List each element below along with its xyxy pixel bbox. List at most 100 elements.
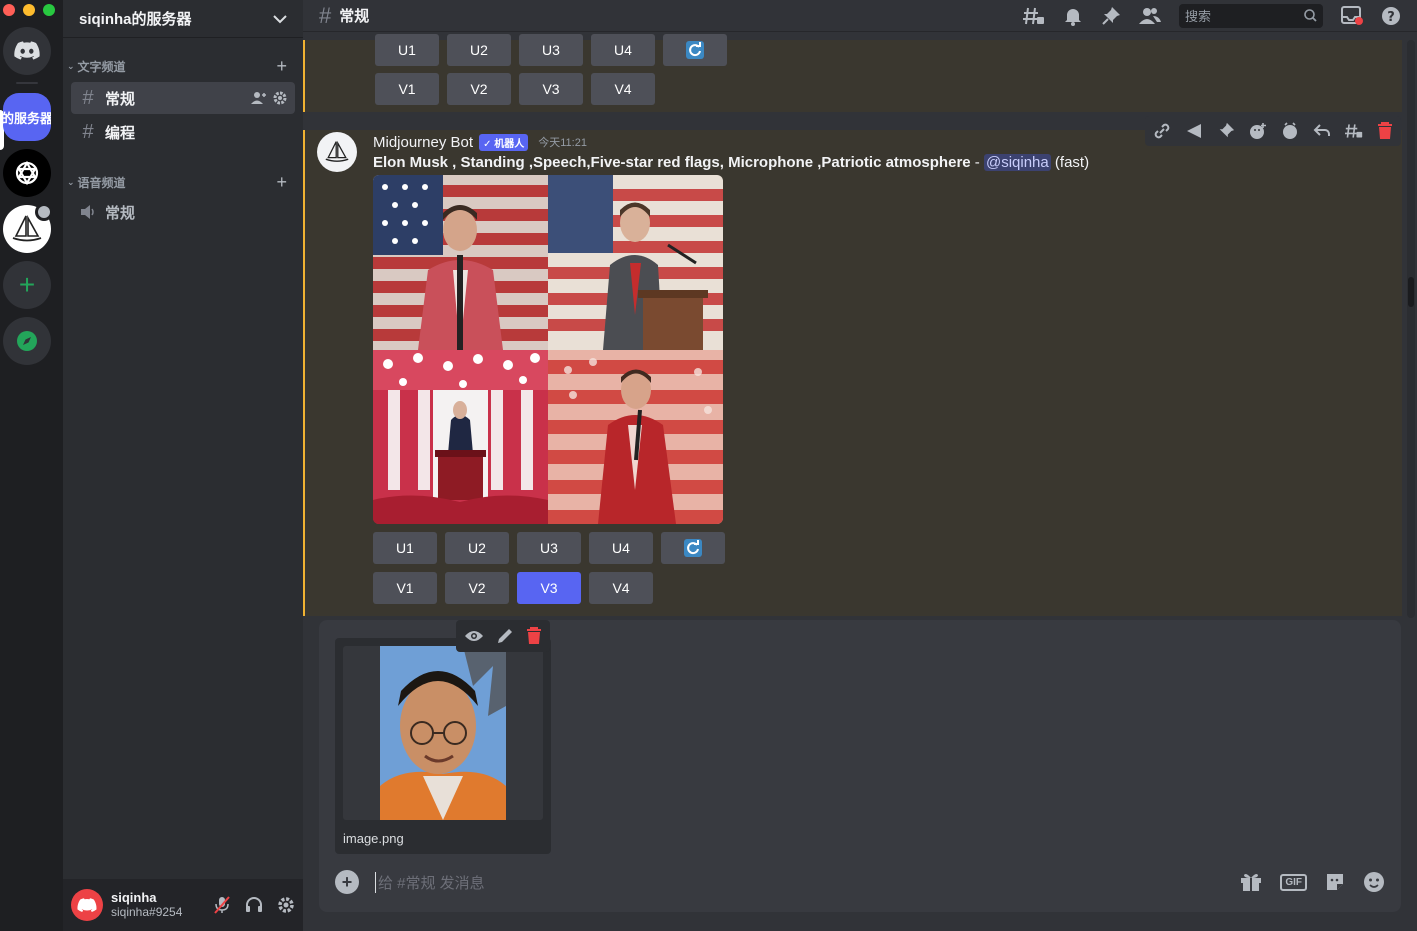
variation-button-2[interactable]: V2 <box>447 73 511 105</box>
scrollbar-thumb[interactable] <box>1408 277 1414 307</box>
user-settings-gear-icon[interactable] <box>277 896 295 914</box>
grid-image-2[interactable] <box>548 175 723 350</box>
server-siqinha[interactable]: 的服务器 <box>3 93 51 141</box>
variation-button-1[interactable]: V1 <box>373 572 437 604</box>
gear-icon[interactable] <box>273 91 287 105</box>
message-composer: image.png + 给 #常规 发消息 GIF <box>319 620 1401 912</box>
user-mention[interactable]: @siqinha <box>983 154 1051 171</box>
message-hover-toolbar <box>1145 116 1401 146</box>
upscale-button-4[interactable]: U4 <box>591 34 655 66</box>
close-window-button[interactable] <box>3 4 15 16</box>
plus-icon: + <box>341 871 353 892</box>
sticker-icon[interactable] <box>1325 872 1345 892</box>
reroll-button[interactable] <box>661 532 725 564</box>
pin-icon[interactable] <box>1217 122 1235 140</box>
message-input[interactable]: 给 #常规 发消息 <box>375 871 485 893</box>
send-icon[interactable] <box>1185 122 1203 140</box>
discord-icon <box>77 897 97 912</box>
server-header[interactable]: siqinha的服务器 <box>63 0 303 38</box>
inbox-icon[interactable] <box>1341 5 1363 26</box>
delete-icon[interactable] <box>1377 122 1393 140</box>
attachment-filename: image.png <box>343 831 404 846</box>
refresh-icon <box>686 41 704 59</box>
server-badge-icon <box>35 203 53 221</box>
variation-button-3-selected[interactable]: V3 <box>517 572 581 604</box>
voice-channels-category[interactable]: ⌄ 语音频道 + <box>63 172 303 192</box>
help-icon[interactable]: ? <box>1381 6 1401 26</box>
hash-icon: # <box>319 2 332 28</box>
grid-image-3[interactable] <box>373 350 548 524</box>
search-input[interactable]: 搜索 <box>1179 3 1323 28</box>
eye-icon[interactable] <box>464 629 484 643</box>
create-thread-icon[interactable] <box>1345 122 1363 140</box>
pencil-icon[interactable] <box>496 627 514 645</box>
upscale-button-1[interactable]: U1 <box>375 34 439 66</box>
channel-label: 常规 <box>105 90 136 108</box>
scrollbar[interactable] <box>1407 40 1415 618</box>
bot-message: Midjourney Bot ✓ 机器人 今天11:21 Elon Musk ,… <box>317 132 1089 604</box>
grid-image-4[interactable] <box>548 350 723 524</box>
trash-icon[interactable] <box>526 627 542 645</box>
headphones-icon[interactable] <box>245 896 263 914</box>
explore-servers-button[interactable] <box>3 317 51 365</box>
threads-icon[interactable] <box>1023 6 1045 26</box>
image-stage-stars <box>373 350 548 524</box>
add-channel-icon[interactable]: + <box>276 172 287 193</box>
add-channel-icon[interactable]: + <box>276 56 287 77</box>
text-channels-category[interactable]: ⌄ 文字频道 + <box>63 56 303 76</box>
bell-icon[interactable] <box>1063 6 1083 26</box>
upscale-button-2[interactable]: U2 <box>445 532 509 564</box>
super-reaction-icon[interactable] <box>1281 122 1299 140</box>
invite-icon[interactable] <box>251 91 267 105</box>
upscale-button-3[interactable]: U3 <box>519 34 583 66</box>
server-openai[interactable] <box>3 149 51 197</box>
category-label: 文字频道 <box>77 59 126 74</box>
gift-icon[interactable] <box>1240 872 1262 892</box>
channel-programming[interactable]: # 编程 <box>71 116 295 148</box>
voice-channel-general[interactable]: 常规 <box>71 196 295 228</box>
server-midjourney[interactable] <box>3 203 53 253</box>
channel-sidebar: siqinha的服务器 ⌄ 文字频道 + # 常规 # 编程 ⌄ 语音频道 + 常规… <box>63 0 303 931</box>
search-icon <box>1304 9 1317 22</box>
mute-microphone-icon[interactable] <box>213 896 231 914</box>
home-button[interactable] <box>3 27 51 75</box>
link-icon[interactable] <box>1153 122 1171 140</box>
upscale-button-3[interactable]: U3 <box>517 532 581 564</box>
upscale-row: U1 U2 U3 U4 <box>373 532 1089 564</box>
members-icon[interactable] <box>1139 7 1161 25</box>
message-author[interactable]: Midjourney Bot <box>373 134 473 151</box>
username: siqinha <box>111 890 157 905</box>
avatar[interactable] <box>317 132 357 172</box>
variation-button-1[interactable]: V1 <box>375 73 439 105</box>
attachment-image[interactable] <box>343 646 543 820</box>
message-content: Elon Musk , Standing ,Speech,Five-star r… <box>373 154 1089 171</box>
add-server-button[interactable]: + <box>3 261 51 309</box>
generated-image-grid[interactable] <box>373 175 723 524</box>
hash-icon: # <box>82 120 94 143</box>
minimize-window-button[interactable] <box>23 4 35 16</box>
prompt-text: Elon Musk , Standing ,Speech,Five-star r… <box>373 154 971 171</box>
variation-button-4[interactable]: V4 <box>591 73 655 105</box>
grid-image-1[interactable] <box>373 175 548 350</box>
variation-button-3[interactable]: V3 <box>519 73 583 105</box>
avatar[interactable] <box>71 889 103 921</box>
emoji-icon[interactable] <box>1363 871 1385 893</box>
reroll-button[interactable] <box>663 34 727 66</box>
add-reaction-icon[interactable] <box>1249 122 1267 140</box>
variation-button-4[interactable]: V4 <box>589 572 653 604</box>
channel-label: 编程 <box>105 124 136 142</box>
attachment-preview: image.png <box>335 638 551 854</box>
pin-icon[interactable] <box>1101 6 1121 26</box>
upscale-button-2[interactable]: U2 <box>447 34 511 66</box>
plus-icon: + <box>18 269 36 300</box>
upscale-button-4[interactable]: U4 <box>589 532 653 564</box>
hash-icon: # <box>82 86 94 109</box>
variation-button-2[interactable]: V2 <box>445 572 509 604</box>
reply-icon[interactable] <box>1313 122 1331 140</box>
upscale-button-1[interactable]: U1 <box>373 532 437 564</box>
upload-button[interactable]: + <box>335 870 359 894</box>
zoom-window-button[interactable] <box>43 4 55 16</box>
gif-button[interactable]: GIF <box>1280 873 1307 891</box>
channel-general[interactable]: # 常规 <box>71 82 295 114</box>
image-flag-red-suit <box>373 175 548 350</box>
